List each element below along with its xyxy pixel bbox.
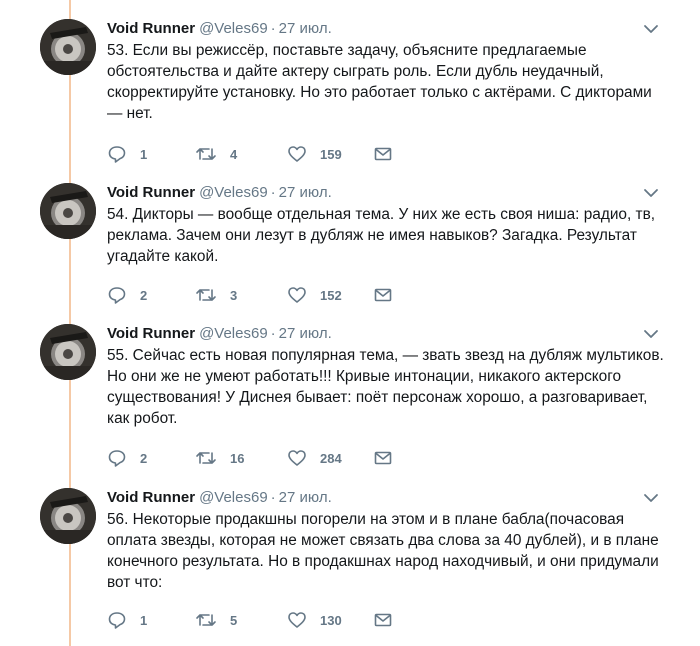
like-button[interactable]: 130 <box>287 609 342 631</box>
direct-message-button[interactable] <box>373 284 393 306</box>
reply-icon <box>108 450 126 467</box>
tweet-text: 54. Дикторы — вообще отдельная тема. У н… <box>107 206 656 265</box>
direct-message-button[interactable] <box>373 143 393 165</box>
author-handle[interactable]: @Veles69 <box>199 489 268 506</box>
like-count: 152 <box>320 287 342 303</box>
separator-dot: · <box>270 325 276 342</box>
reply-count: 2 <box>140 287 148 303</box>
tweet-header: Void Runner @Veles69 · 27 июл. <box>107 488 667 508</box>
tweet-actions: 1 5 130 <box>107 609 407 631</box>
tweet-text: 55. Сейчас есть новая популярная тема, —… <box>107 347 664 427</box>
chevron-down-icon[interactable] <box>643 490 659 506</box>
tweet-actions: 2 16 284 <box>107 447 407 469</box>
tweet-header: Void Runner @Veles69 · 27 июл. <box>107 19 667 39</box>
direct-message-button[interactable] <box>373 609 393 631</box>
tweet-header: Void Runner @Veles69 · 27 июл. <box>107 324 667 344</box>
chevron-down-icon[interactable] <box>643 21 659 37</box>
retweet-count: 3 <box>230 287 238 303</box>
chevron-down-icon[interactable] <box>643 326 659 342</box>
retweet-count: 5 <box>230 612 238 628</box>
retweet-button[interactable]: 16 <box>195 447 244 469</box>
author-name[interactable]: Void Runner <box>107 20 195 37</box>
tweet-date[interactable]: 27 июл. <box>279 20 332 37</box>
heart-icon <box>288 146 306 162</box>
reply-button[interactable]: 1 <box>107 143 147 165</box>
separator-dot: · <box>270 184 276 201</box>
envelope-icon <box>374 288 392 302</box>
reply-count: 1 <box>140 146 148 162</box>
like-button[interactable]: 284 <box>287 447 342 469</box>
reply-button[interactable]: 2 <box>107 447 147 469</box>
like-button[interactable]: 152 <box>287 284 342 306</box>
separator-dot: · <box>270 489 276 506</box>
retweet-icon <box>196 289 216 301</box>
heart-icon <box>288 612 306 628</box>
author-handle[interactable]: @Veles69 <box>199 184 268 201</box>
chevron-down-icon[interactable] <box>643 185 659 201</box>
retweet-count: 16 <box>230 450 245 466</box>
thread-connector-line <box>69 0 71 646</box>
author-handle[interactable]: @Veles69 <box>199 325 268 342</box>
retweet-button[interactable]: 3 <box>195 284 237 306</box>
direct-message-button[interactable] <box>373 447 393 469</box>
reply-icon <box>108 612 126 629</box>
retweet-icon <box>196 614 216 626</box>
tweet-header: Void Runner @Veles69 · 27 июл. <box>107 183 667 203</box>
reply-icon <box>108 287 126 304</box>
retweet-count: 4 <box>230 146 238 162</box>
reply-count: 2 <box>140 450 148 466</box>
like-button[interactable]: 159 <box>287 143 342 165</box>
tweet-date[interactable]: 27 июл. <box>279 489 332 506</box>
like-count: 284 <box>320 450 342 466</box>
separator-dot: · <box>270 20 276 37</box>
tweet-text: 53. Если вы режиссёр, поставьте задачу, … <box>107 42 652 122</box>
reply-icon <box>108 146 126 163</box>
reply-button[interactable]: 1 <box>107 609 147 631</box>
tweet-actions: 1 4 159 <box>107 143 407 165</box>
reply-count: 1 <box>140 612 148 628</box>
author-name[interactable]: Void Runner <box>107 184 195 201</box>
envelope-icon <box>374 451 392 465</box>
retweet-icon <box>196 452 216 464</box>
author-name[interactable]: Void Runner <box>107 489 195 506</box>
retweet-button[interactable]: 4 <box>195 143 237 165</box>
retweet-icon <box>196 148 216 160</box>
envelope-icon <box>374 147 392 161</box>
author-handle[interactable]: @Veles69 <box>199 20 268 37</box>
reply-button[interactable]: 2 <box>107 284 147 306</box>
heart-icon <box>288 450 306 466</box>
like-count: 159 <box>320 146 342 162</box>
avatar[interactable] <box>40 324 96 380</box>
tweet-text: 56. Некоторые продакшны погорели на этом… <box>107 511 659 591</box>
heart-icon <box>288 287 306 303</box>
tweet-date[interactable]: 27 июл. <box>279 184 332 201</box>
tweet-actions: 2 3 152 <box>107 284 407 306</box>
tweet-date[interactable]: 27 июл. <box>279 325 332 342</box>
avatar[interactable] <box>40 183 96 239</box>
avatar[interactable] <box>40 19 96 75</box>
avatar[interactable] <box>40 488 96 544</box>
author-name[interactable]: Void Runner <box>107 325 195 342</box>
like-count: 130 <box>320 612 342 628</box>
retweet-button[interactable]: 5 <box>195 609 237 631</box>
envelope-icon <box>374 613 392 627</box>
